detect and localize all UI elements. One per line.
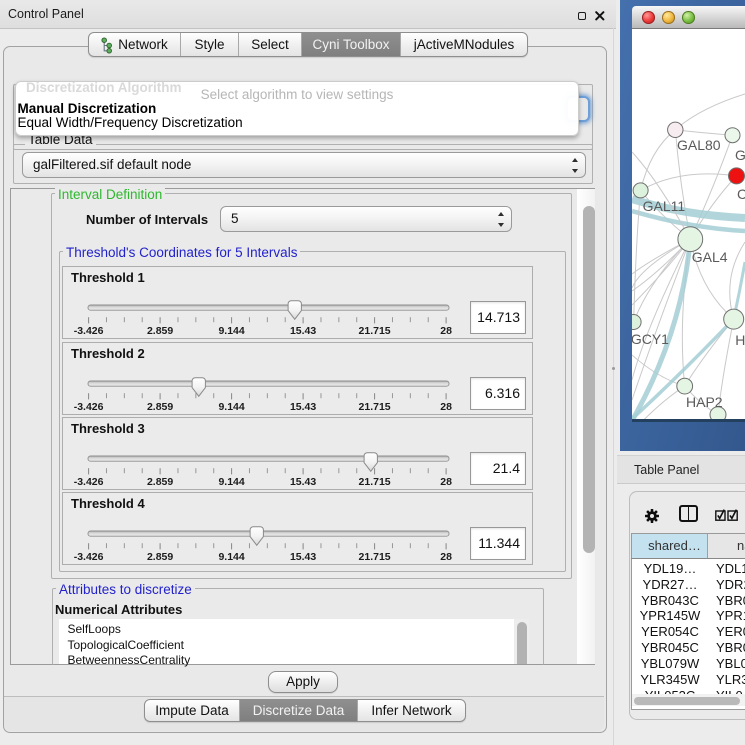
svg-text:9.144: 9.144 xyxy=(218,401,244,413)
svg-text:2.859: 2.859 xyxy=(147,551,173,563)
svg-text:28: 28 xyxy=(440,551,452,563)
svg-text:GA: GA xyxy=(735,147,745,163)
svg-text:GAL11: GAL11 xyxy=(643,198,686,214)
svg-text:15.43: 15.43 xyxy=(290,325,316,337)
svg-text:28: 28 xyxy=(440,325,452,337)
svg-text:GAL4: GAL4 xyxy=(692,249,728,265)
svg-text:9.144: 9.144 xyxy=(218,325,244,337)
svg-text:GAL80: GAL80 xyxy=(677,137,721,153)
svg-text:GCY1: GCY1 xyxy=(632,331,669,347)
svg-text:2.859: 2.859 xyxy=(147,401,173,413)
svg-text:15.43: 15.43 xyxy=(290,476,316,488)
svg-text:9.144: 9.144 xyxy=(218,476,244,488)
svg-text:15.43: 15.43 xyxy=(290,551,316,563)
svg-text:9.144: 9.144 xyxy=(218,551,244,563)
svg-text:C: C xyxy=(737,186,745,202)
svg-text:21.715: 21.715 xyxy=(359,476,391,488)
svg-text:-3.426: -3.426 xyxy=(74,551,104,563)
svg-text:21.715: 21.715 xyxy=(359,401,391,413)
svg-text:2.859: 2.859 xyxy=(147,476,173,488)
svg-text:15.43: 15.43 xyxy=(290,401,316,413)
svg-text:-3.426: -3.426 xyxy=(74,476,104,488)
svg-text:28: 28 xyxy=(440,476,452,488)
svg-text:H: H xyxy=(735,332,745,348)
svg-text:21.715: 21.715 xyxy=(359,325,391,337)
svg-text:28: 28 xyxy=(440,401,452,413)
svg-text:-3.426: -3.426 xyxy=(74,325,104,337)
svg-text:-3.426: -3.426 xyxy=(74,401,104,413)
svg-text:21.715: 21.715 xyxy=(359,551,391,563)
svg-text:2.859: 2.859 xyxy=(147,325,173,337)
svg-text:HAP2: HAP2 xyxy=(686,394,723,410)
